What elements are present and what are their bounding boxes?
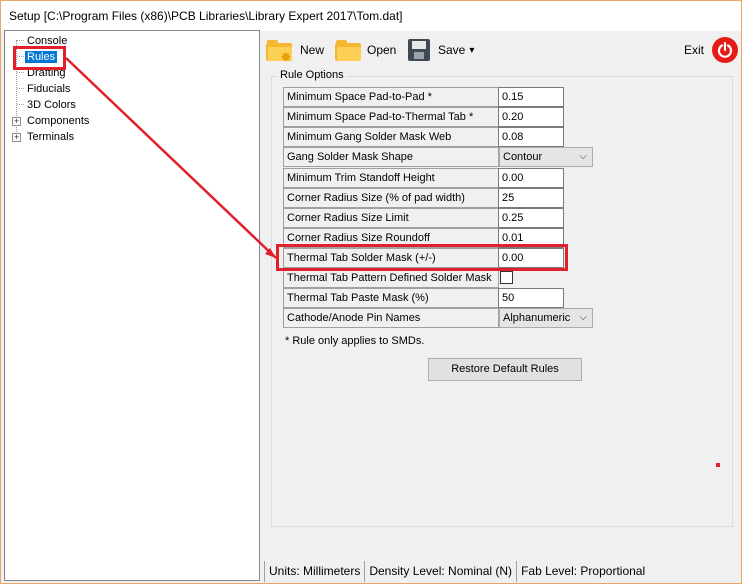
smd-note: * Rule only applies to SMDs.: [285, 335, 425, 347]
tree-connector: [17, 72, 24, 73]
exit-label: Exit: [684, 43, 705, 57]
status-density: Density Level: Nominal (N): [364, 561, 516, 582]
thermal-tab-annotation-box: [276, 244, 568, 271]
gang-solder-mask-shape-select[interactable]: Contour ⌵: [499, 147, 593, 167]
status-fab: Fab Level: Proportional: [516, 561, 649, 582]
restore-default-rules-button[interactable]: Restore Default Rules: [428, 358, 582, 381]
chevron-down-icon: ▾: [469, 44, 475, 56]
rule-value-input[interactable]: 25: [498, 188, 564, 208]
rule-label: Thermal Tab Paste Mask (%): [283, 288, 499, 308]
status-bar: Units: Millimeters Density Level: Nominal…: [264, 561, 738, 582]
new-label: New: [300, 43, 325, 57]
tree-connector: [17, 104, 24, 105]
tree-item-label: 3D Colors: [27, 99, 76, 111]
rule-value-input[interactable]: 0.20: [498, 107, 564, 127]
rules-annotation-box: [13, 46, 66, 70]
red-marker: [716, 463, 720, 467]
rule-value-input[interactable]: 0.00: [498, 168, 564, 188]
rule-value-input[interactable]: 0.25: [498, 208, 564, 228]
settings-tree[interactable]: Console Rules Drafting Fiducials 3D Colo…: [4, 30, 260, 581]
open-folder-icon: [335, 39, 361, 61]
tree-connector: [17, 88, 24, 89]
rule-label: Thermal Tab Pattern Defined Solder Mask: [283, 268, 499, 288]
rule-label: Minimum Space Pad-to-Pad *: [283, 87, 499, 107]
pattern-defined-solder-mask-checkbox[interactable]: [500, 271, 513, 284]
rule-label: Minimum Gang Solder Mask Web: [283, 127, 499, 147]
open-label: Open: [367, 43, 397, 57]
expand-terminals-icon[interactable]: +: [12, 133, 21, 142]
tree-item-label: Components: [27, 115, 90, 127]
save-disk-icon: [408, 39, 430, 61]
select-value: Alphanumeric: [503, 312, 571, 324]
rule-options-title: Rule Options: [278, 69, 346, 82]
pin-names-select[interactable]: Alphanumeric ⌵: [499, 308, 593, 328]
new-folder-icon: ✸: [266, 39, 292, 65]
tree-connector: [17, 40, 24, 41]
window-title: Setup [C:\Program Files (x86)\PCB Librar…: [1, 1, 741, 31]
tree-item-components[interactable]: Components: [25, 113, 91, 129]
rule-value-input[interactable]: 0.08: [498, 127, 564, 147]
save-button[interactable]: Save ▾: [408, 37, 474, 63]
tree-item-label: Terminals: [27, 131, 75, 143]
tree-item-3d-colors[interactable]: 3D Colors: [25, 97, 78, 113]
exit-button[interactable]: Exit: [684, 37, 739, 63]
tree-item-label: Fiducials: [27, 83, 71, 95]
chevron-down-icon: ⌵: [579, 151, 587, 162]
expand-components-icon[interactable]: +: [12, 117, 21, 126]
save-label: Save: [438, 43, 466, 57]
power-icon: [712, 37, 739, 63]
chevron-down-icon: ⌵: [579, 312, 587, 323]
rule-label: Corner Radius Size (% of pad width): [283, 188, 499, 208]
tree-item-terminals[interactable]: Terminals: [25, 129, 76, 145]
tree-item-fiducials[interactable]: Fiducials: [25, 81, 72, 97]
rule-label: Minimum Trim Standoff Height: [283, 168, 499, 188]
rule-label: Corner Radius Size Limit: [283, 208, 499, 228]
rule-value-input[interactable]: 0.15: [498, 87, 564, 107]
rule-label: Cathode/Anode Pin Names: [283, 308, 499, 328]
rule-label: Minimum Space Pad-to-Thermal Tab *: [283, 107, 499, 127]
status-units: Units: Millimeters: [264, 561, 364, 582]
select-value: Contour: [503, 151, 543, 163]
new-button[interactable]: ✸ New: [266, 37, 325, 65]
rule-label: Gang Solder Mask Shape: [283, 147, 499, 167]
open-button[interactable]: Open: [335, 37, 396, 63]
rule-value-input[interactable]: 50: [498, 288, 564, 308]
